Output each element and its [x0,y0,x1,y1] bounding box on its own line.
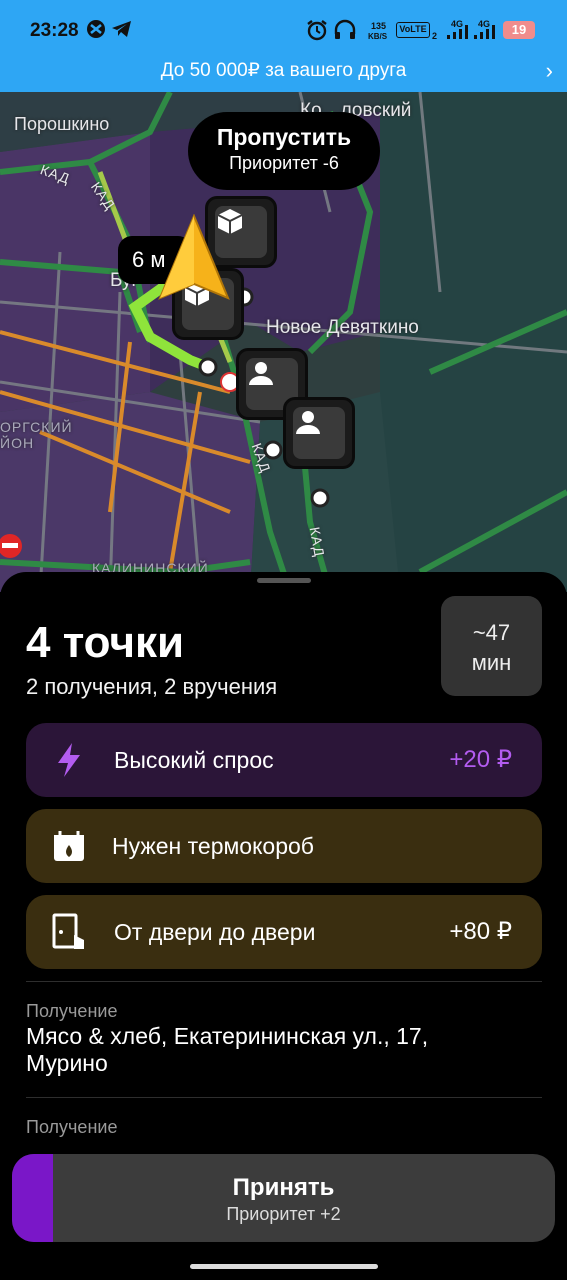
high-demand-badge: Высокий спрос +20 ₽ [26,723,542,797]
clock: 23:28 [30,20,79,41]
sim-slot: 2 [432,31,438,41]
map-label-devyatkino: Новое Девяткино [266,317,419,338]
estimated-time-box: ~47 мин [441,596,542,696]
badge-value: +80 ₽ [449,918,512,945]
accept-priority: Приоритет +2 [226,1204,341,1224]
order-sheet: 4 точки 2 получения, 2 вручения ~47 мин … [0,572,567,1280]
dropoff-pin[interactable] [283,397,355,469]
point-address: Мясо & хлеб, Екатерининская ул., 17, Мур… [26,1023,429,1076]
volte-badge: VoLTE [396,22,430,38]
badge-value: +20 ₽ [449,746,512,773]
chevron-right-icon[interactable]: › [546,56,553,86]
point-type-label: Получение [26,1001,118,1021]
accept-button[interactable]: Принять Приоритет +2 [12,1154,555,1242]
battery-indicator: 19 [503,21,535,39]
accept-label: Принять [232,1174,335,1201]
speed-value: 135 [371,21,387,31]
thermobox-badge: Нужен термокороб [26,809,542,883]
time-unit: мин [471,650,512,675]
time-value: ~47 [472,620,511,645]
thermobox-icon [50,827,88,865]
home-indicator[interactable] [190,1264,378,1269]
door-icon [50,913,88,951]
point-type-label: Получение [26,1117,118,1137]
order-subtitle: 2 получения, 2 вручения [26,674,278,699]
skip-order-button[interactable]: Пропустить Приоритет -6 [188,112,380,190]
headphones-icon [333,19,359,46]
door-to-door-badge: От двери до двери +80 ₽ [26,895,542,969]
divider [26,981,542,982]
telegram-icon [111,19,133,44]
badge-label: Высокий спрос [114,747,274,773]
skip-priority: Приоритет -6 [229,153,339,173]
signal-icon-1 [446,24,470,45]
signal-icon-2 [473,24,497,45]
speed-unit: KB/S [368,32,388,41]
map-view[interactable]: Порошкино Ко…ловский КАД КАД КАД КАД Буг… [0,92,567,592]
map-label-poroshkino: Порошкино [14,114,110,134]
badge-label: От двери до двери [114,919,316,945]
order-title: 4 точки [26,618,185,667]
badge-label: Нужен термокороб [112,833,314,859]
sheet-handle[interactable] [257,578,311,583]
lightning-icon [50,741,88,779]
divider [26,1097,542,1098]
skip-label: Пропустить [216,124,352,150]
referral-banner[interactable]: До 50 000₽ за вашего друга [0,54,567,92]
map-label-district-west: ОРГСКИЙ [0,419,73,435]
top-bar: 23:28 135 KB/S VoLTE 2 4G 4G 19 До 50 00… [0,0,567,92]
status-bar: 23:28 135 KB/S VoLTE 2 4G 4G 19 [0,0,567,54]
alarm-icon [306,19,328,46]
vpn-icon [86,19,106,44]
map-label-district-west-2: ЙОН [0,435,35,451]
